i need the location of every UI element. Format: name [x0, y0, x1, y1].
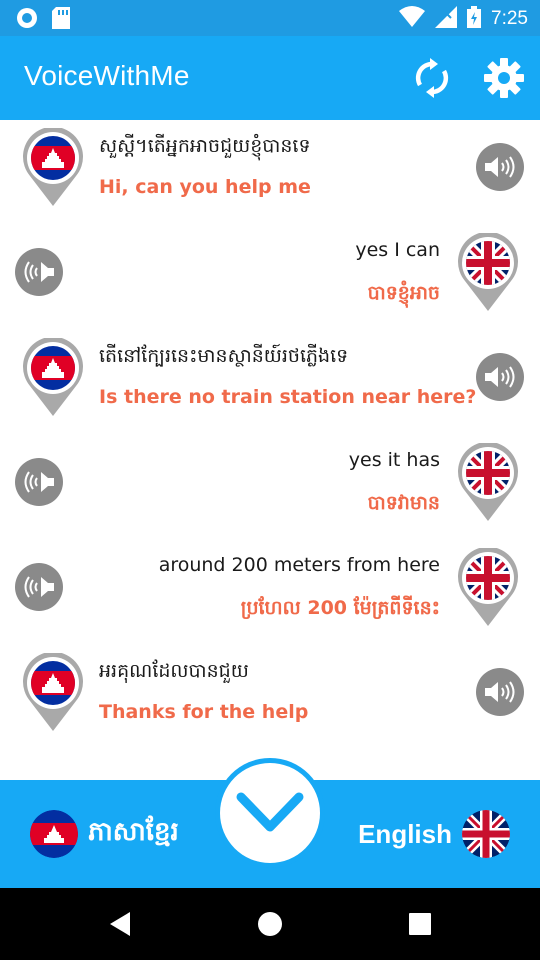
message-source-text: yes I can	[355, 239, 440, 261]
status-time: 7:25	[491, 8, 528, 29]
circle-app-icon	[16, 7, 38, 33]
wifi-icon	[399, 6, 426, 32]
message-translation-text: Thanks for the help	[99, 701, 309, 723]
refresh-icon	[415, 58, 449, 98]
play-audio-button[interactable]	[15, 248, 63, 296]
status-bar: 7:25	[0, 0, 540, 36]
chat-list: សួស្តី។តើអ្នកអាចជួយខ្ញុំបានទេ Hi, can yo…	[0, 120, 540, 780]
expand-button[interactable]	[215, 758, 325, 868]
settings-button[interactable]	[482, 56, 526, 100]
uk-flag-pin-icon	[458, 548, 518, 626]
refresh-button[interactable]	[410, 56, 454, 100]
play-audio-button[interactable]	[15, 563, 63, 611]
speaker-icon	[24, 261, 54, 283]
message-source-text: តើនៅក្បែរនេះមានស្ថានីយ៍រថភ្លើងទេ	[99, 345, 349, 367]
speaker-icon	[485, 156, 515, 178]
target-language-label: English	[358, 818, 452, 849]
message-translation-text: បាទខ្ញុំអាច	[367, 282, 440, 304]
back-icon	[110, 912, 130, 936]
source-language-label: ភាសាខ្មែរ	[88, 816, 179, 846]
message-row: yes it has បាទវាមាន	[0, 435, 540, 535]
app-title: VoiceWithMe	[24, 60, 190, 91]
target-language-button[interactable]: English	[358, 810, 510, 858]
chevron-down-icon	[236, 792, 304, 832]
recents-icon	[409, 913, 431, 935]
khmer-flag-pin-icon	[23, 653, 83, 731]
screen: 7:25 VoiceWithMe សួស្តី។តើអ្នកអាចជួយខ្ញុ…	[0, 0, 540, 960]
back-button[interactable]	[100, 908, 140, 940]
home-icon	[258, 912, 282, 936]
play-audio-button[interactable]	[15, 458, 63, 506]
play-audio-button[interactable]	[476, 353, 524, 401]
khmer-flag-pin-icon	[23, 128, 83, 206]
recents-button[interactable]	[400, 908, 440, 940]
message-source-text: around 200 meters from here	[158, 554, 440, 576]
speaker-icon	[485, 681, 515, 703]
signal-off-icon	[435, 6, 458, 32]
expand-button-inner	[220, 763, 320, 863]
message-row: yes I can បាទខ្ញុំអាច	[0, 225, 540, 325]
system-nav-bar	[0, 888, 540, 960]
uk-flag-icon	[462, 810, 510, 858]
message-translation-text: Is there no train station near here?	[99, 386, 477, 408]
home-button[interactable]	[250, 908, 290, 940]
play-audio-button[interactable]	[476, 143, 524, 191]
message-translation-text: ប្រហែល 200 ម៉ែត្រពីទីនេះ	[240, 597, 440, 619]
message-source-text: អរគុណដែលបានជួយ	[99, 660, 249, 682]
app-bar: VoiceWithMe	[0, 36, 540, 120]
battery-charging-icon	[467, 6, 482, 32]
uk-flag-pin-icon	[458, 233, 518, 311]
sd-card-icon	[52, 7, 70, 33]
message-row: around 200 meters from here ប្រហែល 200 ម…	[0, 540, 540, 640]
play-audio-button[interactable]	[476, 668, 524, 716]
uk-flag-pin-icon	[458, 443, 518, 521]
source-language-button[interactable]: ភាសាខ្មែរ	[30, 810, 179, 858]
message-row: អរគុណដែលបានជួយ Thanks for the help	[0, 645, 540, 745]
khmer-flag-icon	[30, 810, 78, 858]
message-translation-text: បាទវាមាន	[367, 492, 440, 514]
settings-icon	[484, 58, 524, 98]
speaker-icon	[485, 366, 515, 388]
speaker-icon	[24, 576, 54, 598]
message-row: សួស្តី។តើអ្នកអាចជួយខ្ញុំបានទេ Hi, can yo…	[0, 120, 540, 220]
message-source-text: yes it has	[348, 449, 440, 471]
message-translation-text: Hi, can you help me	[99, 176, 311, 198]
message-row: តើនៅក្បែរនេះមានស្ថានីយ៍រថភ្លើងទេ Is ther…	[0, 330, 540, 430]
message-source-text: សួស្តី។តើអ្នកអាចជួយខ្ញុំបានទេ	[99, 135, 311, 157]
speaker-icon	[24, 471, 54, 493]
khmer-flag-pin-icon	[23, 338, 83, 416]
